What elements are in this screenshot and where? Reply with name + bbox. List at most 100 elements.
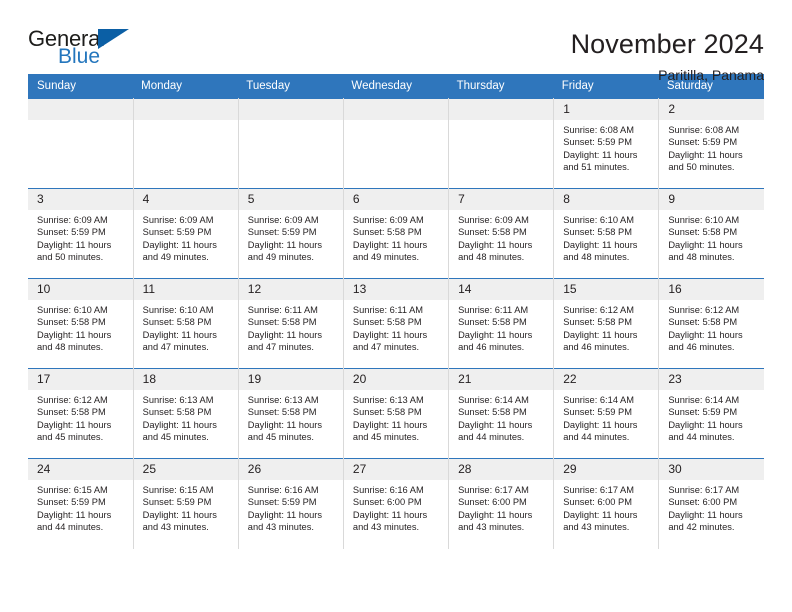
daylight-text-line2: and 43 minutes.	[247, 522, 314, 533]
daylight-text-line1: Daylight: 11 hours	[668, 329, 743, 340]
day-number: 8	[554, 189, 659, 210]
daylight-text-line2: and 45 minutes.	[247, 432, 314, 443]
daylight-text-line1: Daylight: 11 hours	[37, 509, 112, 520]
daylight-text-line1: Daylight: 11 hours	[563, 239, 638, 250]
sunrise-text: Sunrise: 6:09 AM	[352, 215, 424, 225]
sunset-text: Sunset: 5:59 PM	[668, 407, 738, 418]
daylight-text-line1: Daylight: 11 hours	[247, 419, 323, 430]
calendar-day-cell[interactable]: 6 Sunrise: 6:09 AM Sunset: 5:58 PM Daylight…	[343, 188, 450, 279]
day-sun-info: Sunrise: 6:13 AM Sunset: 5:58 PM Daylight:…	[134, 390, 238, 444]
weekday-header-tuesday: Tuesday	[238, 74, 344, 99]
calendar-day-cell[interactable]: 28 Sunrise: 6:17 AM Sunset: 6:00 PM Dayligh…	[448, 458, 555, 549]
day-number: 10	[28, 279, 133, 300]
daylight-text-line2: and 48 minutes.	[668, 252, 735, 263]
daylight-text-line1: Daylight: 11 hours	[563, 509, 638, 520]
daylight-text-line1: Daylight: 11 hours	[668, 149, 743, 160]
general-blue-logo[interactable]: General Blue	[28, 26, 148, 72]
sunrise-text: Sunrise: 6:08 AM	[668, 125, 740, 135]
sunrise-text: Sunrise: 6:17 AM	[563, 485, 635, 495]
daylight-text-line2: and 44 minutes.	[563, 432, 630, 443]
day-sun-info: Sunrise: 6:12 AM Sunset: 5:58 PM Daylight:…	[28, 390, 133, 444]
daylight-text-line2: and 47 minutes.	[142, 342, 209, 353]
daylight-text-line1: Daylight: 11 hours	[352, 419, 428, 430]
daylight-text-line2: and 50 minutes.	[37, 252, 104, 263]
daylight-text-line1: Daylight: 11 hours	[352, 509, 428, 520]
daylight-text-line1: Daylight: 11 hours	[563, 149, 638, 160]
sunrise-text: Sunrise: 6:11 AM	[458, 305, 529, 315]
calendar-day-cell[interactable]: 25 Sunrise: 6:15 AM Sunset: 5:59 PM Dayligh…	[133, 458, 239, 549]
daylight-text-line2: and 48 minutes.	[563, 252, 630, 263]
calendar-day-cell[interactable]: 18 Sunrise: 6:13 AM Sunset: 5:58 PM Dayligh…	[133, 368, 239, 459]
daylight-text-line2: and 49 minutes.	[352, 252, 420, 263]
daylight-text-line1: Daylight: 11 hours	[352, 329, 428, 340]
calendar-day-cell[interactable]: 12 Sunrise: 6:11 AM Sunset: 5:58 PM Dayligh…	[238, 278, 344, 369]
calendar-day-cell[interactable]: 19 Sunrise: 6:13 AM Sunset: 5:58 PM Dayligh…	[238, 368, 344, 459]
calendar-week-row: 1 Sunrise: 6:08 AM Sunset: 5:59 PM Daylight…	[28, 98, 764, 189]
sunset-text: Sunset: 5:58 PM	[458, 227, 527, 238]
calendar-day-cell[interactable]: 20 Sunrise: 6:13 AM Sunset: 5:58 PM Dayligh…	[343, 368, 450, 459]
daylight-text-line2: and 43 minutes.	[563, 522, 630, 533]
day-sun-info: Sunrise: 6:09 AM Sunset: 5:59 PM Daylight:…	[239, 210, 343, 264]
calendar-day-cell[interactable]: 17 Sunrise: 6:12 AM Sunset: 5:58 PM Dayligh…	[28, 368, 134, 459]
day-sun-info: Sunrise: 6:17 AM Sunset: 6:00 PM Daylight:…	[554, 480, 658, 534]
sunrise-text: Sunrise: 6:12 AM	[37, 395, 108, 405]
day-sun-info: Sunrise: 6:10 AM Sunset: 5:58 PM Daylight:…	[659, 210, 764, 264]
daylight-text-line1: Daylight: 11 hours	[142, 509, 217, 520]
calendar-day-cell[interactable]: 8 Sunrise: 6:10 AM Sunset: 5:58 PM Daylight…	[553, 188, 660, 279]
sunset-text: Sunset: 5:58 PM	[142, 317, 212, 328]
daylight-text-line1: Daylight: 11 hours	[247, 239, 323, 250]
calendar-day-cell[interactable]: 27 Sunrise: 6:16 AM Sunset: 6:00 PM Dayligh…	[343, 458, 450, 549]
sunset-text: Sunset: 5:58 PM	[563, 317, 632, 328]
daylight-text-line1: Daylight: 11 hours	[352, 239, 428, 250]
calendar-day-cell[interactable]: 30 Sunrise: 6:17 AM Sunset: 6:00 PM Dayligh…	[658, 458, 764, 549]
daylight-text-line2: and 48 minutes.	[458, 252, 525, 263]
calendar-day-cell[interactable]: 26 Sunrise: 6:16 AM Sunset: 5:59 PM Dayligh…	[238, 458, 344, 549]
day-sun-info: Sunrise: 6:11 AM Sunset: 5:58 PM Daylight:…	[239, 300, 343, 354]
sunset-text: Sunset: 5:59 PM	[142, 227, 212, 238]
day-sun-info: Sunrise: 6:17 AM Sunset: 6:00 PM Daylight:…	[449, 480, 553, 534]
sunset-text: Sunset: 6:00 PM	[352, 497, 422, 508]
sunset-text: Sunset: 6:00 PM	[668, 497, 738, 508]
day-sun-info: Sunrise: 6:13 AM Sunset: 5:58 PM Daylight:…	[239, 390, 343, 444]
day-sun-info: Sunrise: 6:10 AM Sunset: 5:58 PM Daylight:…	[28, 300, 133, 354]
calendar-day-cell[interactable]: 13 Sunrise: 6:11 AM Sunset: 5:58 PM Dayligh…	[343, 278, 450, 369]
calendar-day-cell[interactable]: 15 Sunrise: 6:12 AM Sunset: 5:58 PM Dayligh…	[553, 278, 660, 369]
sunrise-text: Sunrise: 6:10 AM	[142, 305, 214, 315]
calendar-day-cell[interactable]: 9 Sunrise: 6:10 AM Sunset: 5:58 PM Daylight…	[658, 188, 764, 279]
sunset-text: Sunset: 5:58 PM	[37, 317, 106, 328]
sunset-text: Sunset: 5:59 PM	[247, 227, 317, 238]
calendar-day-cell[interactable]: 21 Sunrise: 6:14 AM Sunset: 5:58 PM Dayligh…	[448, 368, 555, 459]
calendar-day-cell[interactable]: 11 Sunrise: 6:10 AM Sunset: 5:58 PM Dayligh…	[133, 278, 239, 369]
calendar-day-cell[interactable]: 2 Sunrise: 6:08 AM Sunset: 5:59 PM Daylight…	[658, 98, 764, 189]
calendar-day-cell[interactable]: 10 Sunrise: 6:10 AM Sunset: 5:58 PM Dayligh…	[28, 278, 134, 369]
calendar-day-cell[interactable]: 3 Sunrise: 6:09 AM Sunset: 5:59 PM Daylight…	[28, 188, 134, 279]
day-number: 29	[554, 459, 659, 480]
calendar-day-cell[interactable]: 23 Sunrise: 6:14 AM Sunset: 5:59 PM Dayligh…	[658, 368, 764, 459]
calendar-day-cell[interactable]: 5 Sunrise: 6:09 AM Sunset: 5:59 PM Daylight…	[238, 188, 344, 279]
day-number: 23	[659, 369, 764, 390]
day-sun-info: Sunrise: 6:09 AM Sunset: 5:59 PM Daylight:…	[134, 210, 238, 264]
daylight-text-line2: and 43 minutes.	[458, 522, 525, 533]
sunrise-text: Sunrise: 6:17 AM	[458, 485, 529, 495]
day-number: 1	[554, 99, 659, 120]
sunset-text: Sunset: 5:58 PM	[668, 227, 738, 238]
sunset-text: Sunset: 5:58 PM	[247, 407, 317, 418]
calendar-day-cell[interactable]: 16 Sunrise: 6:12 AM Sunset: 5:58 PM Dayligh…	[658, 278, 764, 369]
calendar-day-cell[interactable]: 1 Sunrise: 6:08 AM Sunset: 5:59 PM Daylight…	[553, 98, 660, 189]
day-sun-info: Sunrise: 6:11 AM Sunset: 5:58 PM Daylight:…	[344, 300, 448, 354]
daylight-text-line1: Daylight: 11 hours	[247, 509, 323, 520]
day-number: 9	[659, 189, 764, 210]
calendar-day-cell[interactable]: 29 Sunrise: 6:17 AM Sunset: 6:00 PM Dayligh…	[553, 458, 660, 549]
calendar-day-cell[interactable]: 7 Sunrise: 6:09 AM Sunset: 5:58 PM Daylight…	[448, 188, 555, 279]
calendar-day-cell[interactable]: 22 Sunrise: 6:14 AM Sunset: 5:59 PM Dayligh…	[553, 368, 660, 459]
day-number: 30	[659, 459, 764, 480]
sunrise-text: Sunrise: 6:14 AM	[458, 395, 529, 405]
sunset-text: Sunset: 5:58 PM	[668, 317, 738, 328]
daylight-text-line2: and 49 minutes.	[247, 252, 314, 263]
daylight-text-line2: and 44 minutes.	[458, 432, 525, 443]
calendar-day-cell[interactable]: 14 Sunrise: 6:11 AM Sunset: 5:58 PM Dayligh…	[448, 278, 555, 369]
day-number: 19	[238, 369, 343, 390]
calendar-day-cell[interactable]: 4 Sunrise: 6:09 AM Sunset: 5:59 PM Daylight…	[133, 188, 239, 279]
calendar-day-cell[interactable]: 24 Sunrise: 6:15 AM Sunset: 5:59 PM Dayligh…	[28, 458, 134, 549]
sunrise-text: Sunrise: 6:09 AM	[37, 215, 108, 225]
